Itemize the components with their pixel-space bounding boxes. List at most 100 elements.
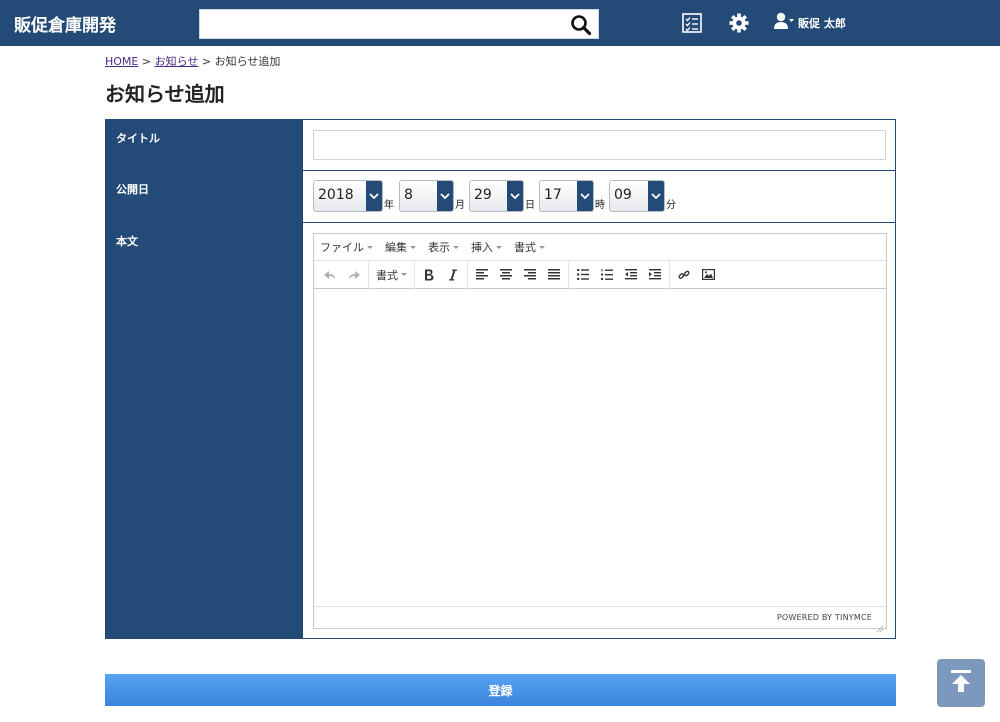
chevron-down-icon: [648, 181, 664, 211]
brand-title[interactable]: 販促倉庫開発: [14, 11, 116, 36]
breadcrumb-current: お知らせ追加: [214, 55, 281, 68]
breadcrumb-news-link[interactable]: お知らせ: [155, 55, 199, 68]
numbered-list-icon[interactable]: [595, 264, 619, 286]
rich-text-editor: ファイル 編集 表示 挿入 書式 書式 POWERED BY TINYMCE: [313, 233, 887, 633]
year-group: 2018 年: [313, 180, 394, 212]
body-cell: ファイル 編集 表示 挿入 書式 書式 POWERED BY TINYMCE: [303, 223, 895, 638]
scroll-to-top-button[interactable]: [937, 659, 985, 707]
day-select[interactable]: 29: [469, 180, 524, 212]
menu-label: 表示: [428, 241, 450, 254]
align-right-icon[interactable]: [518, 264, 542, 286]
caret-down-icon: [410, 245, 416, 249]
user-icon: [774, 12, 794, 34]
user-menu[interactable]: 販促 太郎: [774, 12, 846, 34]
bullet-list-icon[interactable]: [571, 264, 595, 286]
title-label: タイトル: [106, 120, 303, 170]
body-row: 本文 ファイル 編集 表示 挿入 書式 書式 POWERED BY TINYMC…: [106, 223, 895, 638]
menu-label: 挿入: [471, 241, 493, 254]
format-group: 書式: [369, 260, 415, 289]
day-value: 29: [474, 187, 492, 203]
breadcrumb-separator: >: [201, 55, 212, 68]
publish-date-cell: 2018 年 8 月 29 日 17 時 09 分: [303, 171, 895, 222]
gear-icon[interactable]: [728, 12, 750, 34]
menu-label: 編集: [385, 241, 407, 254]
caret-down-icon: [496, 245, 502, 249]
year-select[interactable]: 2018: [313, 180, 383, 212]
caret-down-icon: [401, 273, 407, 276]
caret-down-icon: [453, 245, 459, 249]
news-form: タイトル 公開日 2018 年 8 月 29 日 17 時 09 分 本文 ファ…: [105, 119, 896, 639]
italic-icon[interactable]: [441, 264, 465, 286]
insert-group: [670, 261, 722, 289]
month-select[interactable]: 8: [399, 180, 454, 212]
style-group: [415, 260, 468, 289]
register-button[interactable]: 登録: [105, 674, 896, 706]
title-cell: [303, 120, 895, 170]
align-left-icon[interactable]: [470, 264, 494, 286]
caret-down-icon: [539, 245, 545, 249]
month-value: 8: [404, 187, 413, 203]
history-group: [316, 260, 369, 289]
outdent-icon[interactable]: [619, 264, 643, 286]
menu-edit[interactable]: 編集: [385, 239, 416, 255]
month-unit: 月: [455, 200, 465, 211]
title-row: タイトル: [106, 120, 895, 171]
minute-select[interactable]: 09: [609, 180, 665, 212]
list-group: [569, 260, 670, 289]
year-value: 2018: [318, 187, 354, 203]
image-icon[interactable]: [696, 264, 720, 286]
page-title: お知らせ追加: [105, 82, 225, 106]
format-dropdown-label: 書式: [376, 268, 398, 282]
chevron-down-icon: [366, 181, 382, 211]
publish-date-row: 公開日 2018 年 8 月 29 日 17 時 09 分: [106, 171, 895, 223]
menu-insert[interactable]: 挿入: [471, 239, 502, 255]
link-icon[interactable]: [672, 264, 696, 286]
menu-format[interactable]: 書式: [514, 239, 545, 255]
top-header: 販促倉庫開発 販促 太郎: [0, 0, 1000, 46]
minute-value: 09: [614, 187, 632, 203]
minute-group: 09 分: [609, 180, 676, 212]
hour-value: 17: [544, 187, 562, 203]
redo-icon[interactable]: [342, 264, 366, 286]
caret-down-icon: [367, 245, 373, 249]
menu-label: 書式: [514, 241, 536, 254]
search-input[interactable]: [199, 9, 599, 39]
menu-file[interactable]: ファイル: [320, 239, 373, 255]
chevron-down-icon: [437, 181, 453, 211]
chevron-down-icon: [507, 181, 523, 211]
bold-icon[interactable]: [417, 264, 441, 286]
checklist-icon[interactable]: [681, 12, 703, 34]
hour-unit: 時: [595, 200, 605, 211]
chevron-down-icon: [577, 181, 593, 211]
align-center-icon[interactable]: [494, 264, 518, 286]
menu-label: ファイル: [320, 241, 364, 254]
menu-view[interactable]: 表示: [428, 239, 459, 255]
year-unit: 年: [384, 200, 394, 211]
day-group: 29 日: [469, 180, 535, 212]
day-unit: 日: [525, 200, 535, 211]
editor-statusbar: POWERED BY TINYMCE: [314, 606, 886, 633]
hour-group: 17 時: [539, 180, 605, 212]
editor-menubar: ファイル 編集 表示 挿入 書式: [314, 234, 886, 261]
month-group: 8 月: [399, 180, 465, 212]
editor-toolbar: 書式: [314, 260, 886, 289]
resize-handle-icon[interactable]: [876, 618, 884, 633]
user-name: 販促 太郎: [798, 17, 846, 30]
search-icon[interactable]: [570, 14, 592, 36]
body-label: 本文: [106, 223, 303, 638]
publish-date-label: 公開日: [106, 171, 303, 222]
align-group: [468, 260, 569, 289]
breadcrumb-home-link[interactable]: HOME: [105, 55, 138, 68]
indent-icon[interactable]: [643, 264, 667, 286]
align-justify-icon[interactable]: [542, 264, 566, 286]
editor-content-area[interactable]: [314, 290, 886, 606]
minute-unit: 分: [666, 200, 676, 211]
undo-icon[interactable]: [318, 264, 342, 286]
hour-select[interactable]: 17: [539, 180, 594, 212]
format-dropdown[interactable]: 書式: [371, 264, 412, 286]
breadcrumb: HOME > お知らせ > お知らせ追加: [105, 53, 280, 69]
powered-by-link[interactable]: POWERED BY TINYMCE: [777, 613, 872, 622]
breadcrumb-separator: >: [141, 55, 152, 68]
arrow-up-to-top-icon: [950, 669, 972, 697]
title-input[interactable]: [313, 130, 886, 160]
